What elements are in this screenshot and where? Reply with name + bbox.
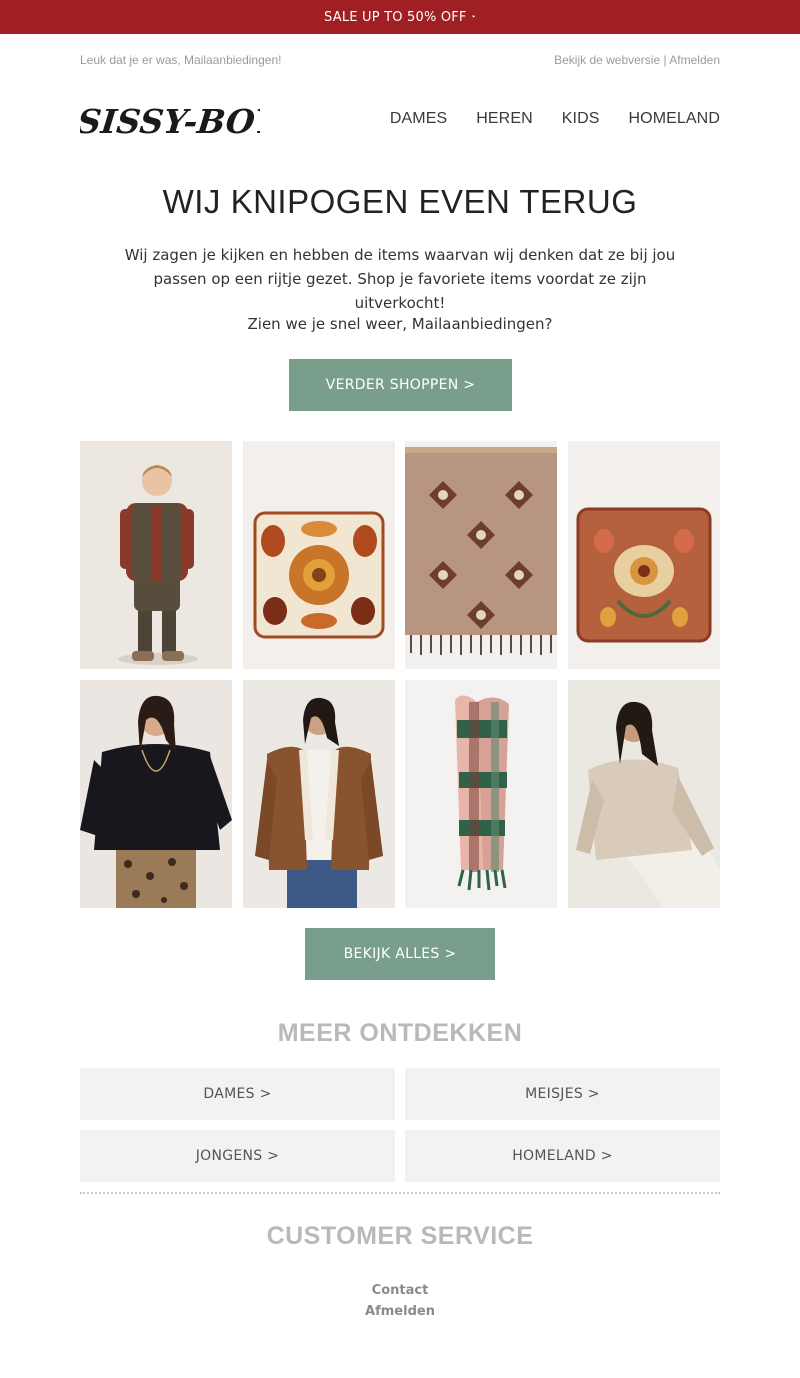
- intro-text: Wij zagen je kijken en hebben de items w…: [124, 246, 676, 312]
- arrow-right-icon: ‣: [471, 13, 476, 21]
- kid-bodywarmer-photo: [80, 441, 232, 669]
- black-sweater-photo: [80, 680, 232, 908]
- product-tile[interactable]: [568, 441, 720, 669]
- embroidered-cushion-photo: [568, 441, 720, 669]
- continue-shopping-button[interactable]: VERDER SHOPPEN >: [289, 359, 512, 411]
- sale-banner-link[interactable]: SALE UP TO 50% OFF ‣: [324, 10, 476, 25]
- preheader-greeting: Leuk dat je er was, Mailaanbiedingen!: [80, 53, 282, 67]
- preheader: Leuk dat je er was, Mailaanbiedingen! Be…: [80, 53, 720, 67]
- product-tile[interactable]: [80, 680, 232, 908]
- customer-service-title: CUSTOMER SERVICE: [266, 1222, 534, 1250]
- footer-unsubscribe-link[interactable]: Afmelden: [0, 1304, 800, 1319]
- product-tile[interactable]: [243, 441, 395, 669]
- greeting-text: Zien we je snel weer, Mailaanbiedingen?: [247, 315, 553, 333]
- nav-item-kids[interactable]: KIDS: [562, 110, 600, 128]
- discover-title: MEER ONTDEKKEN: [277, 1019, 523, 1047]
- product-tile[interactable]: [405, 680, 557, 908]
- suede-jacket-photo: [243, 680, 395, 908]
- floral-cushion-photo: [243, 441, 395, 669]
- nav-item-homeland[interactable]: HOMELAND: [629, 110, 720, 128]
- category-dames-button[interactable]: DAMES >: [80, 1068, 395, 1120]
- preheader-links: Bekijk de webversie | Afmelden: [554, 53, 720, 67]
- category-jongens-button[interactable]: JONGENS >: [80, 1130, 395, 1182]
- nav-item-dames[interactable]: DAMES: [390, 110, 447, 128]
- divider: [80, 1192, 720, 1194]
- category-meisjes-button[interactable]: MEISJES >: [405, 1068, 720, 1120]
- unsubscribe-link[interactable]: Afmelden: [669, 53, 720, 67]
- contact-link[interactable]: Contact: [0, 1283, 800, 1298]
- nav-item-heren[interactable]: HEREN: [476, 110, 533, 128]
- view-all-button[interactable]: BEKIJK ALLES >: [305, 928, 495, 980]
- patterned-throw-photo: [405, 441, 557, 669]
- checked-scarf-photo: [405, 680, 557, 908]
- product-tile[interactable]: [243, 680, 395, 908]
- brand-logo[interactable]: SISSY-BOY: [80, 97, 260, 147]
- sale-banner-text: SALE UP TO 50% OFF: [324, 9, 467, 25]
- category-homeland-button[interactable]: HOMELAND >: [405, 1130, 720, 1182]
- webversion-link[interactable]: Bekijk de webversie: [554, 53, 660, 67]
- product-tile[interactable]: [80, 441, 232, 669]
- product-tile[interactable]: [568, 680, 720, 908]
- main-nav: DAMES HEREN KIDS HOMELAND: [390, 110, 720, 128]
- svg-text:SISSY-BOY: SISSY-BOY: [80, 102, 260, 141]
- page-title: WIJ KNIPOGEN EVEN TERUG: [162, 183, 638, 220]
- separator: |: [663, 53, 667, 67]
- product-tile[interactable]: [405, 441, 557, 669]
- beige-knit-photo: [568, 680, 720, 908]
- sale-banner[interactable]: SALE UP TO 50% OFF ‣: [0, 0, 800, 34]
